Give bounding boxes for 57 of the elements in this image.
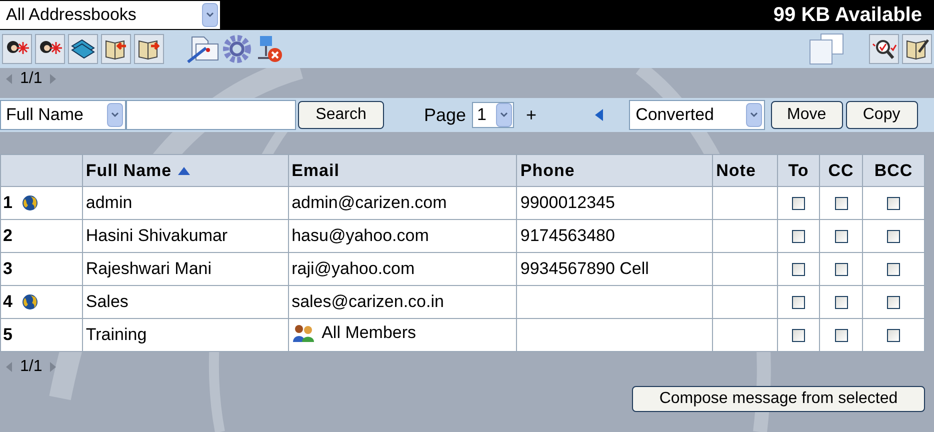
book-pen-icon [905,38,929,60]
new-contact-button[interactable] [2,34,32,64]
checkbox[interactable] [792,296,806,310]
addressbook-select[interactable]: All Addressbooks [0,1,220,29]
checkbox[interactable] [834,263,848,276]
search-button[interactable]: Search [298,101,384,129]
quota-label: 99 KB Available [773,3,923,28]
envelope-pen-icon[interactable] [186,34,220,64]
column-header[interactable]: Phone [516,154,713,186]
page-count: 1/1 [20,357,42,377]
page-select[interactable]: 1 [472,102,514,128]
new-group-button[interactable] [35,34,65,64]
checkbox[interactable] [886,197,900,210]
checkbox[interactable] [834,296,848,310]
checkbox[interactable] [886,329,900,342]
dropdown-arrow[interactable] [496,103,512,127]
checkbox[interactable] [886,230,900,244]
globe-icon [22,195,38,211]
magnifier-check-icon [871,38,897,60]
row-number: 2 [3,225,12,248]
checkbox[interactable] [792,230,806,244]
checkbox[interactable] [834,197,848,210]
search-field[interactable] [126,100,296,130]
globe-icon [22,294,38,310]
checkbox[interactable] [834,329,848,342]
row-number: 4 [3,291,12,314]
people-icon [292,324,316,342]
checkbox[interactable] [792,197,806,210]
compose-button[interactable]: Compose message from selected [632,386,925,412]
page-count: 1/1 [20,69,42,89]
column-header[interactable]: Full Name [82,154,288,186]
checkbox[interactable] [886,296,900,310]
copy-button[interactable]: Copy [846,101,918,129]
book-arrow-icon [137,38,161,60]
add-page-button[interactable]: + [526,102,537,128]
edit-book-button[interactable] [902,34,932,64]
search-contact-button[interactable] [869,34,899,64]
row-number: 5 [3,324,12,346]
checkbox[interactable] [792,329,806,342]
group-members: All Members [322,322,416,344]
move-button[interactable]: Move [770,101,843,129]
row-number: 1 [3,192,12,214]
checkbox[interactable] [834,230,848,244]
row-number: 3 [3,258,12,280]
addressbooks-button[interactable] [68,34,98,64]
import-button[interactable] [101,34,131,64]
page-label: Page [424,104,466,127]
column-header[interactable]: Email [288,154,517,186]
field-select[interactable]: Full Name [0,100,126,130]
gear-icon[interactable] [223,35,251,63]
folder-select[interactable]: Converted [628,100,765,130]
checkbox[interactable] [886,263,900,276]
name-cell: Training [82,318,288,352]
checkbox[interactable] [792,263,806,276]
export-button[interactable] [134,34,164,64]
book-arrow-icon [104,38,128,60]
left-arrow-icon[interactable] [594,109,603,121]
